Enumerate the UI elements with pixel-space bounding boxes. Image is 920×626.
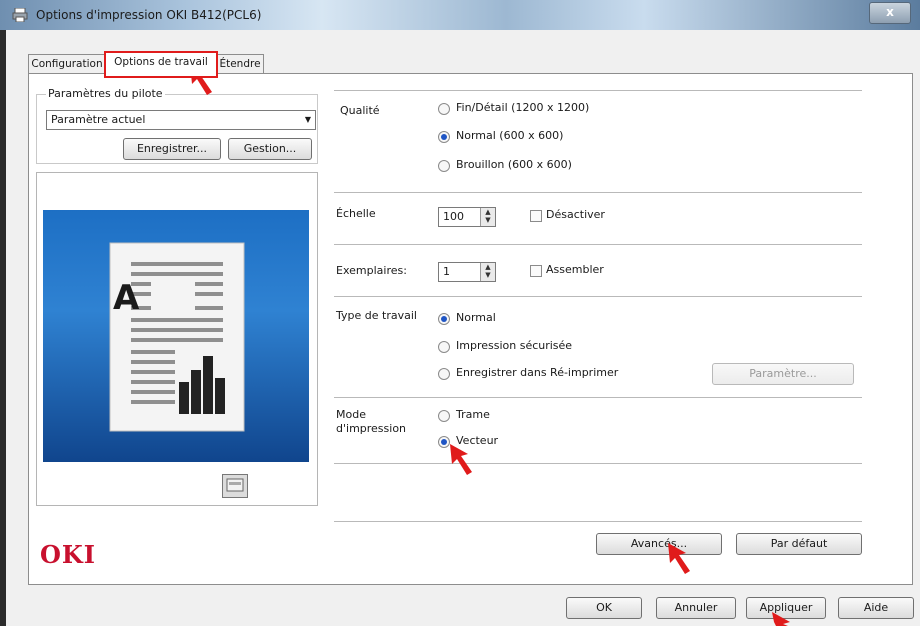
collate-label: Assembler	[546, 263, 604, 276]
separator	[334, 397, 862, 398]
job-settings-button[interactable]: Paramètre...	[712, 363, 854, 385]
job-type-option-normal: Normal	[456, 311, 496, 324]
scale-label: Échelle	[336, 207, 376, 220]
ok-button[interactable]: OK	[566, 597, 642, 619]
printer-preview-icon[interactable]	[222, 474, 248, 498]
print-mode-option-raster: Trame	[456, 408, 490, 421]
chevron-down-icon: ▼	[304, 115, 311, 124]
document-preview-graphic	[109, 242, 245, 432]
annotation-arrow-icon	[668, 543, 690, 574]
driver-settings-select[interactable]: Paramètre actuel ▼	[46, 110, 316, 130]
tab-job-options[interactable]: Options de travail	[104, 51, 218, 78]
copies-label: Exemplaires:	[336, 264, 407, 277]
job-type-label: Type de travail	[336, 309, 417, 322]
stepper-arrows-icon[interactable]: ▲ ▼	[480, 208, 495, 226]
job-type-radio-normal[interactable]	[438, 313, 450, 325]
job-type-option-store: Enregistrer dans Ré-imprimer	[456, 366, 619, 379]
manage-settings-button[interactable]: Gestion...	[228, 138, 312, 160]
advanced-button[interactable]: Avancés...	[596, 533, 722, 555]
job-type-radio-store[interactable]	[438, 368, 450, 380]
quality-radio-draft[interactable]	[438, 160, 450, 172]
quality-radio-normal[interactable]	[438, 131, 450, 143]
cancel-button[interactable]: Annuler	[656, 597, 736, 619]
separator	[334, 244, 862, 245]
oki-logo: OKI	[40, 540, 96, 569]
separator	[334, 192, 862, 193]
close-button[interactable]: x	[869, 2, 911, 24]
disable-scale-checkbox[interactable]	[530, 210, 542, 222]
print-mode-label-line2: d'impression	[336, 422, 407, 435]
quality-radio-fine[interactable]	[438, 103, 450, 115]
scale-stepper[interactable]: 100 ▲ ▼	[438, 207, 496, 227]
quality-option-fine: Fin/Détail (1200 x 1200)	[456, 101, 590, 114]
driver-settings-label: Paramètres du pilote	[46, 87, 165, 100]
stepper-arrows-icon[interactable]: ▲ ▼	[480, 263, 495, 281]
save-settings-button[interactable]: Enregistrer...	[123, 138, 221, 160]
separator	[334, 296, 862, 297]
default-button[interactable]: Par défaut	[736, 533, 862, 555]
window-edge	[0, 30, 6, 626]
tab-configuration[interactable]: Configuration	[28, 54, 106, 74]
quality-label: Qualité	[340, 104, 380, 117]
copies-stepper[interactable]: 1 ▲ ▼	[438, 262, 496, 282]
disable-scale-label: Désactiver	[546, 208, 605, 221]
separator	[334, 90, 862, 91]
annotation-arrow-icon	[772, 612, 790, 626]
quality-option-normal: Normal (600 x 600)	[456, 129, 564, 142]
print-mode-radio-raster[interactable]	[438, 410, 450, 422]
scale-value: 100	[443, 210, 464, 223]
window-title: Options d'impression OKI B412(PCL6)	[36, 8, 262, 22]
preview-letter: A	[113, 278, 140, 318]
job-type-option-secure: Impression sécurisée	[456, 339, 573, 352]
print-mode-label-line1: Mode	[336, 408, 366, 421]
printer-icon	[12, 7, 28, 23]
job-type-radio-secure[interactable]	[438, 341, 450, 353]
help-button[interactable]: Aide	[838, 597, 914, 619]
separator	[334, 521, 862, 522]
preview-image	[43, 210, 309, 462]
quality-option-draft: Brouillon (600 x 600)	[456, 158, 572, 171]
collate-checkbox[interactable]	[530, 265, 542, 277]
driver-settings-value: Paramètre actuel	[51, 113, 146, 126]
copies-value: 1	[443, 265, 450, 278]
tab-extend[interactable]: Étendre	[216, 54, 264, 74]
separator	[334, 463, 862, 464]
annotation-arrow-icon	[450, 444, 472, 475]
